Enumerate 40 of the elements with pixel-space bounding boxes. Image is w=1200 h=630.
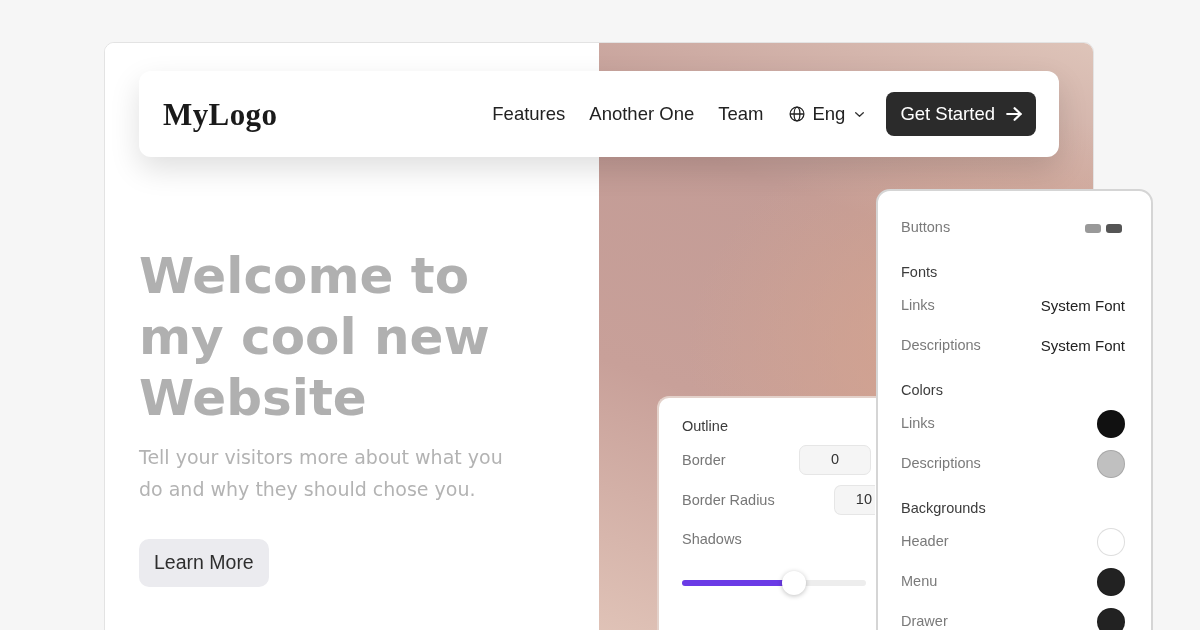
globe-icon: [789, 106, 806, 122]
nav-link[interactable]: Another One: [589, 100, 695, 128]
nav-link[interactable]: Team: [718, 100, 764, 128]
color-swatch-icon[interactable]: [1097, 450, 1125, 478]
logo[interactable]: MyLogo: [163, 98, 278, 130]
arrow-right-icon: [1006, 107, 1022, 121]
button-style-swatch-icon[interactable]: [1106, 223, 1122, 233]
slider-thumb[interactable]: [782, 571, 807, 595]
setting-label: Descriptions: [901, 336, 981, 356]
hero-subtitle: Tell your visitors more about what you do and why they should chose you.: [139, 445, 504, 502]
color-swatch-icon[interactable]: [1097, 410, 1125, 438]
learn-more-button[interactable]: Learn More: [139, 539, 269, 587]
font-value[interactable]: System Font: [1040, 334, 1125, 358]
chevron-down-icon: [855, 111, 865, 117]
nav-link[interactable]: Features: [492, 100, 566, 128]
color-swatch-icon[interactable]: [1097, 528, 1125, 556]
setting-label: Links: [901, 296, 935, 316]
section-heading: Colors: [901, 381, 943, 401]
number-field[interactable]: 10: [834, 485, 875, 515]
setting-label: Header: [901, 532, 949, 552]
section-heading: Backgrounds: [901, 499, 986, 519]
setting-label: Links: [901, 414, 935, 434]
field-label: Border: [682, 452, 726, 468]
setting-label: Buttons: [901, 218, 951, 238]
button-style-swatch-icon[interactable]: [1085, 223, 1101, 233]
color-swatch-icon[interactable]: [1097, 608, 1125, 630]
section-heading: Fonts: [901, 263, 938, 283]
field-label: Shadows: [682, 530, 742, 550]
setting-label: Descriptions: [901, 454, 981, 474]
field-label: Border Radius: [682, 492, 775, 508]
language-select[interactable]: Eng: [789, 100, 865, 128]
get-started-button[interactable]: Get Started: [886, 92, 1036, 136]
setting-label: Drawer: [901, 612, 948, 630]
color-swatch-icon[interactable]: [1097, 568, 1125, 596]
number-field[interactable]: 0: [799, 445, 871, 475]
hero-title: Welcome to my cool new Website: [139, 246, 491, 429]
shadows-slider[interactable]: [682, 571, 866, 595]
font-value[interactable]: System Font: [1040, 294, 1125, 318]
setting-label: Menu: [901, 572, 938, 592]
section-heading: Outline: [682, 417, 728, 437]
